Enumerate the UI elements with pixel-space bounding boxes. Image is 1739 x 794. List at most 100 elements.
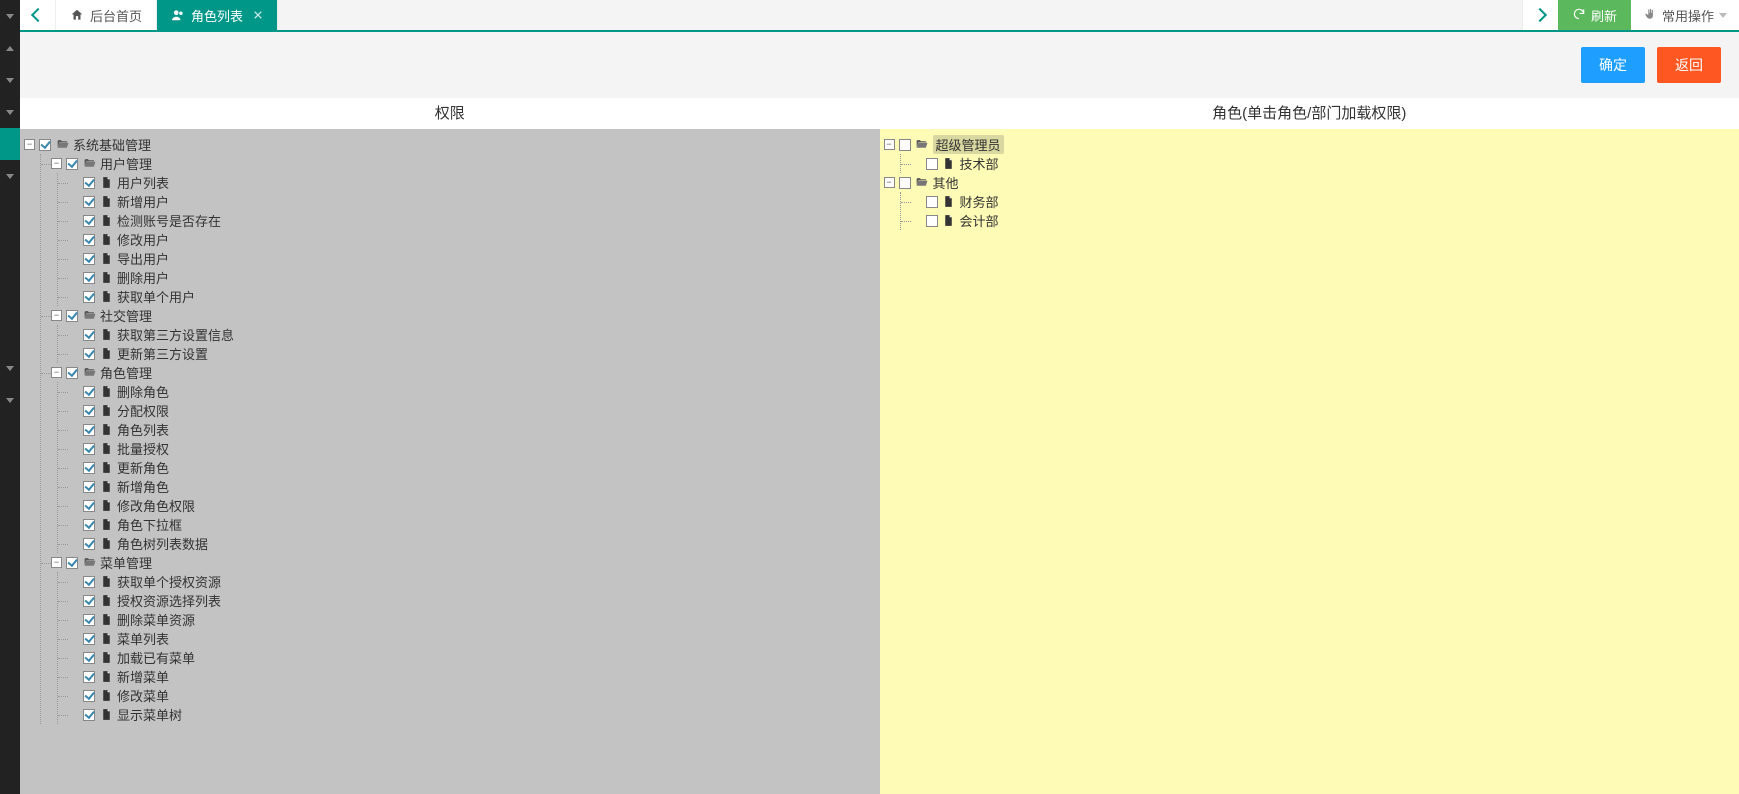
- tree-row[interactable]: 获取单个授权资源: [58, 572, 876, 591]
- tree-checkbox[interactable]: [83, 462, 95, 474]
- tree-checkbox[interactable]: [83, 690, 95, 702]
- tree-checkbox[interactable]: [83, 614, 95, 626]
- tree-row[interactable]: 角色下拉框: [58, 515, 876, 534]
- tab-home[interactable]: 后台首页: [56, 0, 157, 30]
- tree-checkbox[interactable]: [83, 538, 95, 550]
- tree-row[interactable]: 获取单个用户: [58, 287, 876, 306]
- rail-item-active[interactable]: [0, 128, 20, 160]
- tree-checkbox[interactable]: [66, 158, 78, 170]
- tree-checkbox[interactable]: [39, 139, 51, 151]
- tree-row[interactable]: 技术部: [901, 154, 1736, 173]
- tree-row[interactable]: 删除用户: [58, 268, 876, 287]
- tree-row[interactable]: 更新第三方设置: [58, 344, 876, 363]
- collapse-toggle[interactable]: −: [884, 139, 895, 150]
- tree-checkbox[interactable]: [83, 481, 95, 493]
- tree-checkbox[interactable]: [926, 196, 938, 208]
- rail-item[interactable]: [0, 0, 20, 32]
- tree-row[interactable]: 新增用户: [58, 192, 876, 211]
- collapse-toggle[interactable]: −: [884, 177, 895, 188]
- tree-row[interactable]: 授权资源选择列表: [58, 591, 876, 610]
- tree-checkbox[interactable]: [83, 595, 95, 607]
- tree-checkbox[interactable]: [83, 652, 95, 664]
- common-ops-button[interactable]: 常用操作: [1631, 0, 1739, 30]
- chevron-left-icon: [30, 8, 44, 22]
- rail-item[interactable]: [0, 352, 20, 384]
- tree-checkbox[interactable]: [83, 329, 95, 341]
- tree-row[interactable]: −超级管理员: [884, 135, 1736, 154]
- tree-checkbox[interactable]: [83, 386, 95, 398]
- tree-row[interactable]: 批量授权: [58, 439, 876, 458]
- tree-row[interactable]: 会计部: [901, 211, 1736, 230]
- ok-button[interactable]: 确定: [1581, 47, 1645, 83]
- tree-row[interactable]: 财务部: [901, 192, 1736, 211]
- tree-row[interactable]: 新增角色: [58, 477, 876, 496]
- tree-row[interactable]: 获取第三方设置信息: [58, 325, 876, 344]
- collapse-toggle[interactable]: −: [24, 139, 35, 150]
- tree-checkbox[interactable]: [926, 158, 938, 170]
- tree-row[interactable]: 分配权限: [58, 401, 876, 420]
- tree-row[interactable]: 修改用户: [58, 230, 876, 249]
- tree-checkbox[interactable]: [83, 443, 95, 455]
- tree-checkbox[interactable]: [899, 139, 911, 151]
- tree-checkbox[interactable]: [83, 253, 95, 265]
- tree-checkbox[interactable]: [83, 215, 95, 227]
- toggle-placeholder: [68, 500, 79, 511]
- tree-row[interactable]: −用户管理: [41, 154, 876, 173]
- tree-checkbox[interactable]: [83, 424, 95, 436]
- tree-row[interactable]: −社交管理: [41, 306, 876, 325]
- tree-checkbox[interactable]: [83, 196, 95, 208]
- collapse-toggle[interactable]: −: [51, 557, 62, 568]
- tree-row[interactable]: 显示菜单树: [58, 705, 876, 724]
- tree-checkbox[interactable]: [66, 310, 78, 322]
- tree-row[interactable]: 修改角色权限: [58, 496, 876, 515]
- tabs-scroll-left[interactable]: [20, 0, 56, 30]
- tab-role-list[interactable]: 角色列表: [157, 0, 278, 30]
- tree-row[interactable]: 更新角色: [58, 458, 876, 477]
- tree-row[interactable]: 删除菜单资源: [58, 610, 876, 629]
- tree-row[interactable]: −系统基础管理: [24, 135, 876, 154]
- tree-checkbox[interactable]: [83, 633, 95, 645]
- rail-item[interactable]: [0, 64, 20, 96]
- tree-checkbox[interactable]: [926, 215, 938, 227]
- tree-row[interactable]: 导出用户: [58, 249, 876, 268]
- tree-row[interactable]: 用户列表: [58, 173, 876, 192]
- tree-row[interactable]: 角色树列表数据: [58, 534, 876, 553]
- tree-row[interactable]: 删除角色: [58, 382, 876, 401]
- tree-checkbox[interactable]: [83, 234, 95, 246]
- rail-item[interactable]: [0, 96, 20, 128]
- tree-row[interactable]: −其他: [884, 173, 1736, 192]
- tree-checkbox[interactable]: [83, 291, 95, 303]
- file-icon: [99, 480, 113, 493]
- tree-label: 加载已有菜单: [117, 648, 195, 667]
- tree-row[interactable]: −角色管理: [41, 363, 876, 382]
- rail-item[interactable]: [0, 160, 20, 192]
- rail-item[interactable]: [0, 32, 20, 64]
- tree-checkbox[interactable]: [83, 519, 95, 531]
- tree-row[interactable]: −菜单管理: [41, 553, 876, 572]
- tree-checkbox[interactable]: [83, 177, 95, 189]
- tree-checkbox[interactable]: [66, 557, 78, 569]
- tree-row[interactable]: 修改菜单: [58, 686, 876, 705]
- tree-checkbox[interactable]: [83, 272, 95, 284]
- tree-row[interactable]: 新增菜单: [58, 667, 876, 686]
- rail-item[interactable]: [0, 384, 20, 416]
- tree-checkbox[interactable]: [83, 348, 95, 360]
- tree-row[interactable]: 菜单列表: [58, 629, 876, 648]
- tree-row[interactable]: 角色列表: [58, 420, 876, 439]
- tree-checkbox[interactable]: [66, 367, 78, 379]
- tree-checkbox[interactable]: [899, 177, 911, 189]
- tree-checkbox[interactable]: [83, 576, 95, 588]
- tree-checkbox[interactable]: [83, 671, 95, 683]
- refresh-button[interactable]: 刷新: [1558, 0, 1631, 30]
- close-icon[interactable]: [253, 8, 263, 23]
- tree-checkbox[interactable]: [83, 709, 95, 721]
- collapse-toggle[interactable]: −: [51, 310, 62, 321]
- tree-checkbox[interactable]: [83, 405, 95, 417]
- tree-row[interactable]: 加载已有菜单: [58, 648, 876, 667]
- collapse-toggle[interactable]: −: [51, 367, 62, 378]
- collapse-toggle[interactable]: −: [51, 158, 62, 169]
- back-button[interactable]: 返回: [1657, 47, 1721, 83]
- tree-row[interactable]: 检测账号是否存在: [58, 211, 876, 230]
- tree-checkbox[interactable]: [83, 500, 95, 512]
- tabs-scroll-right[interactable]: [1522, 0, 1558, 30]
